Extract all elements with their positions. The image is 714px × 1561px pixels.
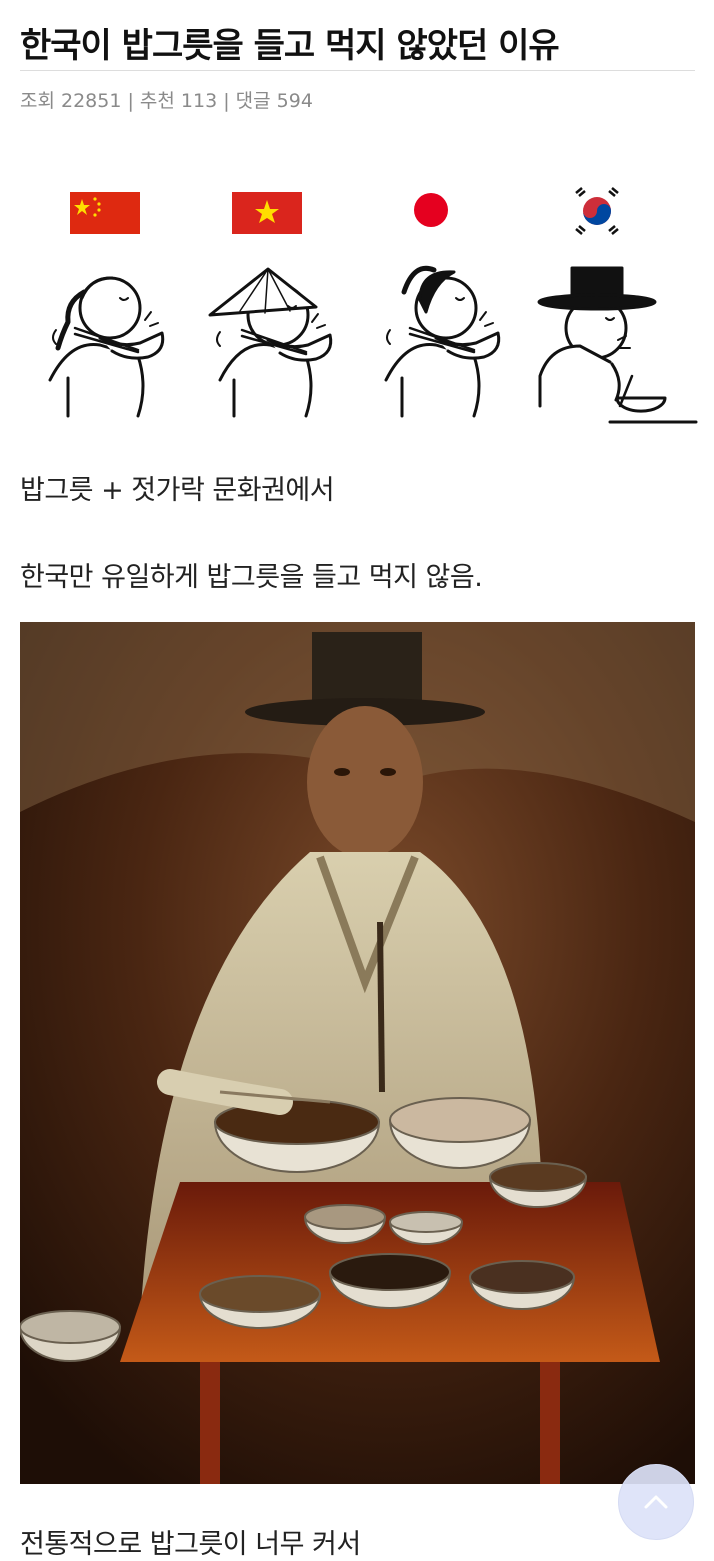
japan-flag-icon	[414, 193, 448, 227]
body-line-3: 전통적으로 밥그릇이 너무 커서	[20, 1529, 361, 1560]
post-title: 한국이 밥그릇을 들고 먹지 않았던 이유	[20, 26, 560, 66]
scroll-to-top-button[interactable]	[618, 1464, 694, 1540]
vietnam-figure	[208, 267, 333, 418]
body-line-2: 한국만 유일하게 밥그릇을 들고 먹지 않음.	[20, 562, 483, 593]
japan-figure	[384, 265, 501, 418]
chevron-up-icon	[644, 1495, 668, 1509]
korea-flag-icon	[575, 187, 619, 235]
historical-photo	[20, 622, 695, 1484]
vietnam-flag-icon	[232, 192, 302, 234]
china-figure	[48, 276, 165, 418]
body-line-1: 밥그릇 + 젓가락 문화권에서	[20, 475, 335, 506]
korea-figure	[537, 266, 698, 424]
comic-illustration	[48, 187, 698, 424]
title-divider	[20, 70, 695, 71]
china-flag-icon	[70, 192, 140, 234]
post-meta: 조회 22851 | 추천 113 | 댓글 594	[20, 90, 313, 112]
